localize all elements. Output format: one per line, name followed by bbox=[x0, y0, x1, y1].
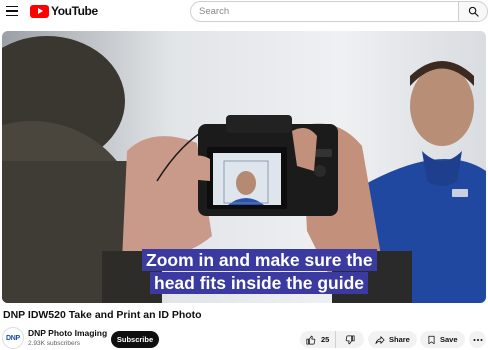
video-title: DNP IDW520 Take and Print an ID Photo bbox=[3, 309, 202, 321]
avatar-logo-text: DNP bbox=[6, 334, 20, 342]
share-label: Share bbox=[389, 335, 410, 344]
thumbs-up-icon bbox=[306, 335, 316, 345]
logo-text: YouTube bbox=[51, 4, 98, 18]
like-dislike-group: 25 bbox=[300, 331, 364, 348]
search-field[interactable] bbox=[190, 1, 458, 22]
save-button[interactable]: Save bbox=[420, 331, 465, 348]
save-label: Save bbox=[440, 335, 458, 344]
search-button[interactable] bbox=[458, 1, 488, 22]
youtube-play-icon bbox=[30, 4, 49, 18]
subscribe-button[interactable]: Subscribe bbox=[111, 331, 159, 348]
like-count: 25 bbox=[321, 335, 330, 344]
caption-line-2: head fits inside the guide bbox=[150, 272, 369, 294]
search-icon bbox=[468, 6, 479, 17]
video-player[interactable]: Zoom in and make sure the head fits insi… bbox=[2, 31, 486, 303]
caption-line-1: Zoom in and make sure the bbox=[142, 249, 377, 271]
share-button[interactable]: Share bbox=[368, 331, 417, 348]
like-button[interactable]: 25 bbox=[300, 331, 336, 348]
more-dots-icon bbox=[473, 338, 482, 341]
top-bar: YouTube bbox=[0, 0, 488, 24]
thumbs-down-icon bbox=[345, 334, 355, 344]
menu-icon[interactable] bbox=[6, 4, 20, 18]
youtube-logo[interactable]: YouTube bbox=[30, 4, 98, 18]
subscriber-count: 2.93K subscribers bbox=[28, 340, 81, 347]
dislike-button[interactable] bbox=[336, 331, 364, 348]
channel-avatar[interactable]: DNP bbox=[2, 327, 24, 349]
share-arrow-icon bbox=[375, 335, 385, 344]
bookmark-icon bbox=[428, 335, 435, 344]
more-actions-button[interactable] bbox=[469, 331, 486, 348]
search-input[interactable] bbox=[199, 6, 458, 17]
search-bar bbox=[190, 1, 488, 22]
channel-name[interactable]: DNP Photo Imaging bbox=[28, 328, 107, 338]
